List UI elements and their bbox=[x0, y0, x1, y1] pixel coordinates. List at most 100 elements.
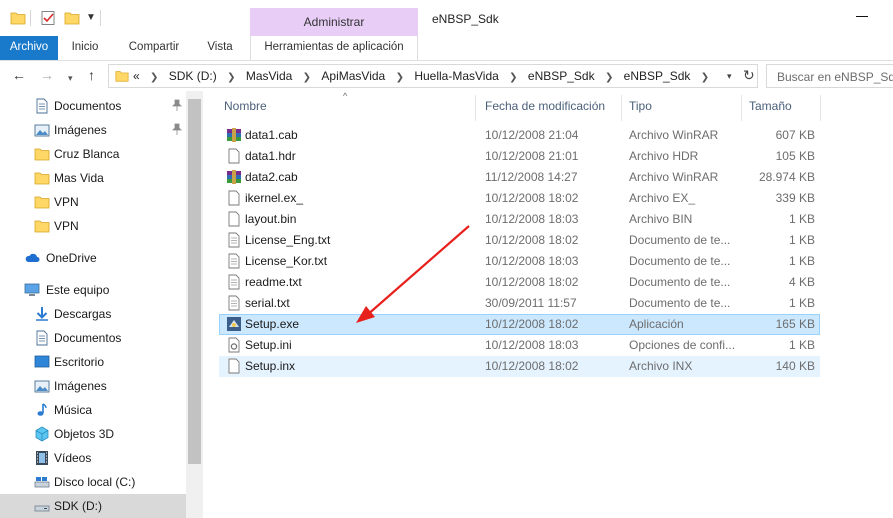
breadcrumb-item[interactable]: eNBSP_Sdk bbox=[528, 69, 595, 83]
sidebar-item-este-equipo[interactable]: Este equipo bbox=[0, 278, 186, 302]
objects3d-icon bbox=[35, 426, 49, 442]
sidebar-item-documentos[interactable]: Documentos bbox=[0, 94, 186, 118]
properties-icon[interactable] bbox=[40, 10, 56, 26]
sidebar-item-imagenes[interactable]: Imágenes bbox=[0, 374, 186, 398]
file-icon bbox=[228, 190, 240, 206]
file-size: 339 KB bbox=[775, 191, 815, 205]
documents-icon bbox=[36, 98, 48, 114]
back-arrow-icon[interactable]: ← bbox=[12, 67, 26, 83]
sidebar-item-mas-vida[interactable]: Mas Vida bbox=[0, 166, 186, 190]
tab-archivo[interactable]: Archivo bbox=[0, 36, 58, 60]
column-divider[interactable] bbox=[475, 95, 476, 121]
breadcrumb-separator-icon[interactable]: ❯ bbox=[303, 72, 311, 83]
sidebar-item-videos[interactable]: Vídeos bbox=[0, 446, 186, 470]
file-row[interactable]: License_Kor.txt 10/12/2008 18:03 Documen… bbox=[219, 251, 820, 272]
text-file-icon bbox=[228, 232, 240, 248]
file-row[interactable]: License_Eng.txt 10/12/2008 18:02 Documen… bbox=[219, 230, 820, 251]
minimize-button[interactable] bbox=[856, 16, 868, 17]
breadcrumb-separator-icon[interactable]: ❯ bbox=[150, 72, 158, 83]
sidebar-item-label: Vídeos bbox=[54, 451, 92, 465]
scrollbar-thumb[interactable] bbox=[188, 99, 201, 464]
breadcrumb-separator-icon[interactable]: ❯ bbox=[701, 72, 709, 83]
file-row[interactable]: layout.bin 10/12/2008 18:03 Archivo BIN … bbox=[219, 209, 820, 230]
breadcrumb-item[interactable]: eNBSP_Sdk bbox=[624, 69, 691, 83]
sidebar-item-cruz-blanca[interactable]: Cruz Blanca bbox=[0, 142, 186, 166]
address-bar[interactable]: « ❯ SDK (D:) ❯ MasVida ❯ ApiMasVida ❯ Hu… bbox=[108, 64, 758, 88]
file-name: Setup.inx bbox=[245, 359, 296, 373]
breadcrumb-item[interactable]: MasVida bbox=[246, 69, 292, 83]
file-explorer-window: ▼ Administrar eNBSP_Sdk Archivo Inicio C… bbox=[0, 0, 893, 518]
column-header-tamano[interactable]: Tamaño bbox=[749, 99, 792, 121]
sidebar-item-onedrive[interactable]: OneDrive bbox=[0, 246, 186, 270]
manage-context-tab[interactable]: Administrar bbox=[250, 8, 418, 36]
folder-icon bbox=[34, 172, 50, 185]
file-row-selected[interactable]: Setup.exe 10/12/2008 18:02 Aplicación 16… bbox=[219, 314, 820, 335]
sidebar-item-disco-local-c[interactable]: Disco local (C:) bbox=[0, 470, 186, 494]
sidebar-item-escritorio[interactable]: Escritorio bbox=[0, 350, 186, 374]
file-date: 10/12/2008 18:02 bbox=[485, 233, 579, 247]
sidebar-item-imagenes[interactable]: Imágenes bbox=[0, 118, 186, 142]
pin-icon[interactable] bbox=[172, 123, 182, 135]
sidebar-item-musica[interactable]: Música bbox=[0, 398, 186, 422]
forward-arrow-icon[interactable]: → bbox=[40, 67, 54, 83]
sidebar-item-label: Disco local (C:) bbox=[54, 475, 136, 489]
column-divider[interactable] bbox=[621, 95, 622, 121]
file-row[interactable]: data2.cab 11/12/2008 14:27 Archivo WinRA… bbox=[219, 167, 820, 188]
file-row[interactable]: Setup.ini 10/12/2008 18:03 Opciones de c… bbox=[219, 335, 820, 356]
file-type: Archivo INX bbox=[629, 359, 693, 373]
column-header-nombre[interactable]: Nombre bbox=[224, 99, 267, 121]
file-row[interactable]: readme.txt 10/12/2008 18:02 Documento de… bbox=[219, 272, 820, 293]
breadcrumb-item[interactable]: ApiMasVida bbox=[321, 69, 385, 83]
sidebar-item-documentos[interactable]: Documentos bbox=[0, 326, 186, 350]
customize-toolbar-icon[interactable]: ▼ bbox=[86, 12, 96, 28]
sidebar-scrollbar[interactable] bbox=[186, 91, 203, 518]
file-list: ^ Nombre Fecha de modificación Tipo Tama… bbox=[203, 91, 893, 518]
sidebar-item-objetos-3d[interactable]: Objetos 3D bbox=[0, 422, 186, 446]
file-size: 1 KB bbox=[788, 254, 815, 268]
tab-herramientas-aplicacion[interactable]: Herramientas de aplicación bbox=[250, 36, 418, 60]
address-dropdown-icon[interactable]: ▾ bbox=[727, 71, 732, 82]
sidebar-item-descargas[interactable]: Descargas bbox=[0, 302, 186, 326]
breadcrumb-separator-icon[interactable]: ❯ bbox=[605, 72, 613, 83]
sidebar-item-sdk-d[interactable]: SDK (D:) bbox=[0, 494, 186, 518]
search-input[interactable]: Buscar en eNBSP_Sdk bbox=[766, 64, 893, 88]
tab-compartir[interactable]: Compartir bbox=[114, 36, 194, 60]
file-date: 10/12/2008 18:03 bbox=[485, 254, 579, 268]
column-header-fecha[interactable]: Fecha de modificación bbox=[485, 99, 605, 121]
sidebar-item-vpn[interactable]: VPN bbox=[0, 190, 186, 214]
ribbon-tabs: Archivo Inicio Compartir Vista Herramien… bbox=[0, 36, 893, 61]
breadcrumb-separator-icon[interactable]: ❯ bbox=[227, 72, 235, 83]
file-row[interactable]: ikernel.ex_ 10/12/2008 18:02 Archivo EX_… bbox=[219, 188, 820, 209]
sidebar-item-label: OneDrive bbox=[46, 251, 97, 265]
sidebar-item-label: Mas Vida bbox=[54, 171, 104, 185]
pin-icon[interactable] bbox=[172, 99, 182, 111]
breadcrumb-item[interactable]: Huella-MasVida bbox=[414, 69, 499, 83]
file-size: 105 KB bbox=[775, 149, 815, 163]
column-divider[interactable] bbox=[820, 95, 821, 121]
file-size: 1 KB bbox=[788, 338, 815, 352]
breadcrumb-separator-icon[interactable]: ❯ bbox=[396, 72, 404, 83]
tab-inicio[interactable]: Inicio bbox=[60, 36, 110, 60]
column-header-tipo[interactable]: Tipo bbox=[629, 99, 652, 121]
toolbar-divider bbox=[30, 10, 31, 26]
sidebar-item-label: Imágenes bbox=[54, 123, 107, 137]
breadcrumb-item[interactable]: SDK (D:) bbox=[169, 69, 217, 83]
sidebar-item-vpn[interactable]: VPN bbox=[0, 214, 186, 238]
winrar-icon bbox=[227, 170, 241, 184]
file-row[interactable]: data1.cab 10/12/2008 21:04 Archivo WinRA… bbox=[219, 125, 820, 146]
file-row-hover[interactable]: Setup.inx 10/12/2008 18:02 Archivo INX 1… bbox=[219, 356, 820, 377]
file-type: Opciones de confi... bbox=[629, 338, 736, 352]
folder-icon[interactable] bbox=[10, 10, 26, 26]
new-folder-icon[interactable] bbox=[64, 10, 80, 26]
file-size: 1 KB bbox=[788, 212, 815, 226]
file-row[interactable]: serial.txt 30/09/2011 11:57 Documento de… bbox=[219, 293, 820, 314]
recent-locations-icon[interactable]: ▾ bbox=[68, 70, 73, 86]
tab-vista[interactable]: Vista bbox=[196, 36, 244, 60]
up-arrow-icon[interactable]: ↑ bbox=[88, 67, 95, 83]
breadcrumb-overflow[interactable]: « bbox=[133, 69, 140, 83]
refresh-icon[interactable]: ↻ bbox=[743, 67, 755, 84]
sidebar-item-label: Documentos bbox=[54, 331, 122, 345]
breadcrumb-separator-icon[interactable]: ❯ bbox=[509, 72, 517, 83]
column-divider[interactable] bbox=[741, 95, 742, 121]
file-row[interactable]: data1.hdr 10/12/2008 21:01 Archivo HDR 1… bbox=[219, 146, 820, 167]
